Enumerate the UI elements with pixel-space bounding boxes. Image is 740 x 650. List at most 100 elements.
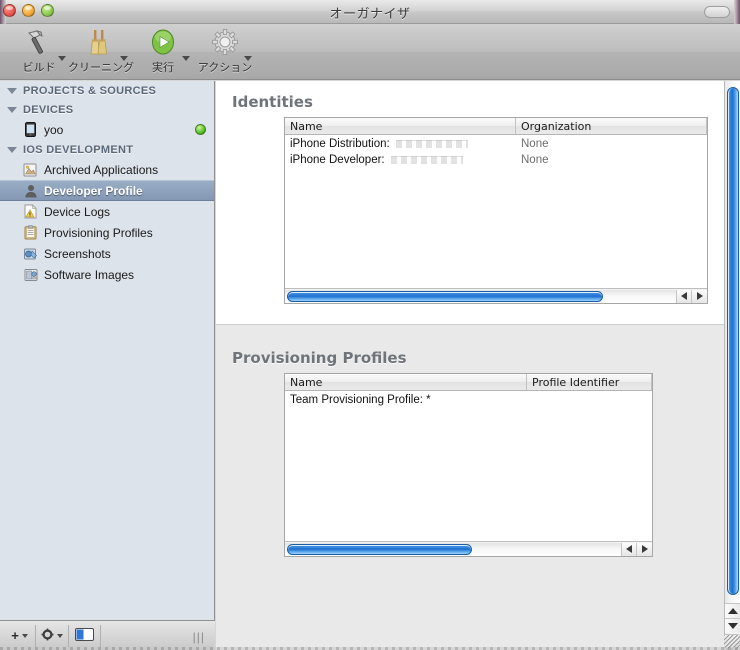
provisioning-profiles-title: Provisioning Profiles — [232, 349, 407, 367]
clean-menu-caret[interactable] — [120, 56, 128, 61]
person-icon — [22, 183, 39, 199]
sidebar-item-label: Archived Applications — [44, 162, 159, 177]
sidebar-group-ios-development[interactable]: IOS DEVELOPMENT — [0, 140, 214, 159]
triangle-right-icon — [696, 292, 703, 300]
table-row[interactable]: Team Provisioning Profile: * — [285, 392, 652, 408]
sidebar-item-yoo[interactable]: yoo — [0, 119, 214, 140]
identities-table[interactable]: Name Organization iPhone Distribution: N… — [284, 117, 708, 304]
scroll-down-button[interactable] — [725, 618, 740, 633]
triangle-left-icon — [626, 545, 632, 553]
scroll-thumb[interactable] — [727, 87, 739, 595]
scroll-arrows — [725, 603, 740, 633]
identity-name-text: iPhone Distribution: — [290, 138, 390, 150]
sidebar-group-projects-and-sources[interactable]: PROJECTS & SOURCES — [0, 81, 214, 100]
sidebar-item-label: yoo — [44, 122, 64, 137]
identities-panel: Identities Name Organization iPhone Dist… — [216, 81, 724, 324]
sidebar-group-label: PROJECTS & SOURCES — [23, 84, 157, 97]
screenshots-icon — [22, 246, 39, 262]
scroll-left-button[interactable] — [677, 289, 692, 303]
gear-icon — [41, 628, 54, 644]
identity-organization: None — [521, 138, 549, 150]
sidebar-bottom-bar: + ||| — [0, 620, 215, 650]
table-row[interactable]: iPhone Developer: None — [285, 152, 707, 168]
triangle-down-icon — [728, 623, 738, 629]
toolbar-button-action[interactable]: アクション — [194, 24, 256, 78]
toolbar-button-build[interactable]: ビルド — [8, 24, 70, 78]
sidebar-item-developer-profile[interactable]: Developer Profile — [0, 180, 214, 201]
provisioning-horizontal-scrollbar[interactable] — [285, 541, 652, 556]
organizer-window: オーガナイザ ビルド クリーニング 実行 アクション PROJECTS & SO… — [0, 0, 740, 650]
window-title: オーガナイザ — [329, 7, 411, 22]
sidebar[interactable]: PROJECTS & SOURCES DEVICES yoo IOS DEVEL… — [0, 81, 215, 620]
sidebar-item-label: Developer Profile — [44, 183, 143, 198]
disclosure-triangle-icon[interactable] — [7, 87, 17, 94]
add-button-label: + — [11, 628, 19, 643]
disclosure-triangle-icon[interactable] — [7, 106, 17, 113]
sidebar-item-label: Provisioning Profiles — [44, 225, 153, 240]
scroll-right-button[interactable] — [692, 289, 707, 303]
document-warn-icon — [22, 204, 39, 220]
identities-horizontal-scrollbar[interactable] — [285, 288, 707, 303]
sidebar-item-archived-applications[interactable]: Archived Applications — [0, 159, 214, 180]
main-toolbar: ビルド クリーニング 実行 アクション — [0, 24, 740, 80]
sidebar-group-label: DEVICES — [23, 103, 74, 116]
sidebar-group-label: IOS DEVELOPMENT — [23, 143, 134, 156]
identities-table-body: iPhone Distribution: None iPhone Develop… — [285, 136, 707, 287]
triangle-right-icon — [641, 545, 648, 553]
sidebar-item-device-logs[interactable]: Device Logs — [0, 201, 214, 222]
identities-column-name[interactable]: Name — [285, 118, 516, 134]
scroll-arrows — [622, 542, 652, 556]
toolbar-button-clean[interactable]: クリーニング — [68, 24, 134, 78]
sidebar-item-label: Device Logs — [44, 204, 111, 219]
sidebar-action-button[interactable] — [36, 624, 69, 647]
scroll-thumb[interactable] — [287, 290, 603, 302]
redacted-text — [390, 155, 463, 164]
view-toggle-button[interactable] — [69, 624, 101, 647]
disclosure-triangle-icon[interactable] — [7, 146, 17, 153]
hammer-icon — [24, 26, 54, 58]
scroll-left-button[interactable] — [622, 542, 637, 556]
toolbar-label-action: アクション — [197, 61, 253, 74]
panel-toggle-icon — [75, 627, 94, 644]
toolbar-label-run: 実行 — [152, 61, 174, 74]
scroll-right-button[interactable] — [637, 542, 652, 556]
sidebar-resize-grip[interactable]: ||| — [193, 630, 205, 644]
identity-name-text: iPhone Developer: — [290, 154, 385, 166]
identities-title: Identities — [232, 93, 313, 111]
clipboard-icon — [22, 225, 39, 241]
profile-name: Team Provisioning Profile: * — [290, 394, 431, 406]
run-play-icon — [148, 26, 178, 58]
toolbar-button-run[interactable]: 実行 — [132, 24, 194, 78]
provisioning-table-header: Name Profile Identifier — [285, 374, 652, 391]
table-row[interactable]: iPhone Distribution: None — [285, 136, 707, 152]
gear-icon — [210, 26, 240, 58]
sidebar-group-devices[interactable]: DEVICES — [0, 100, 214, 119]
provisioning-column-name[interactable]: Name — [285, 374, 527, 390]
provisioning-table-body: Team Provisioning Profile: * — [285, 392, 652, 540]
triangle-left-icon — [681, 292, 687, 300]
provisioning-profiles-table[interactable]: Name Profile Identifier Team Provisionin… — [284, 373, 653, 557]
redacted-text — [395, 139, 468, 148]
scroll-track[interactable] — [285, 289, 677, 303]
sidebar-item-label: Software Images — [44, 267, 135, 282]
scroll-track[interactable] — [725, 81, 740, 603]
add-button[interactable]: + — [4, 624, 36, 647]
scroll-up-button[interactable] — [725, 603, 740, 618]
archive-icon — [22, 162, 39, 178]
provisioning-profiles-panel: Provisioning Profiles Name Profile Ident… — [216, 324, 724, 650]
sidebar-item-screenshots[interactable]: Screenshots — [0, 243, 214, 264]
run-menu-caret[interactable] — [182, 56, 190, 61]
identity-name: iPhone Distribution: — [285, 138, 516, 150]
chevron-down-icon — [21, 633, 28, 638]
main-vertical-scrollbar[interactable] — [724, 81, 740, 650]
toolbar-pill-button[interactable] — [704, 6, 730, 18]
provisioning-column-profile-identifier[interactable]: Profile Identifier — [527, 374, 652, 390]
build-menu-caret[interactable] — [58, 56, 66, 61]
sidebar-item-software-images[interactable]: Software Images — [0, 264, 214, 285]
scroll-thumb[interactable] — [287, 543, 472, 555]
identities-column-organization[interactable]: Organization — [516, 118, 707, 134]
sidebar-item-provisioning-profiles[interactable]: Provisioning Profiles — [0, 222, 214, 243]
brooms-icon — [86, 26, 116, 58]
scroll-track[interactable] — [285, 542, 622, 556]
action-menu-caret[interactable] — [244, 56, 252, 61]
